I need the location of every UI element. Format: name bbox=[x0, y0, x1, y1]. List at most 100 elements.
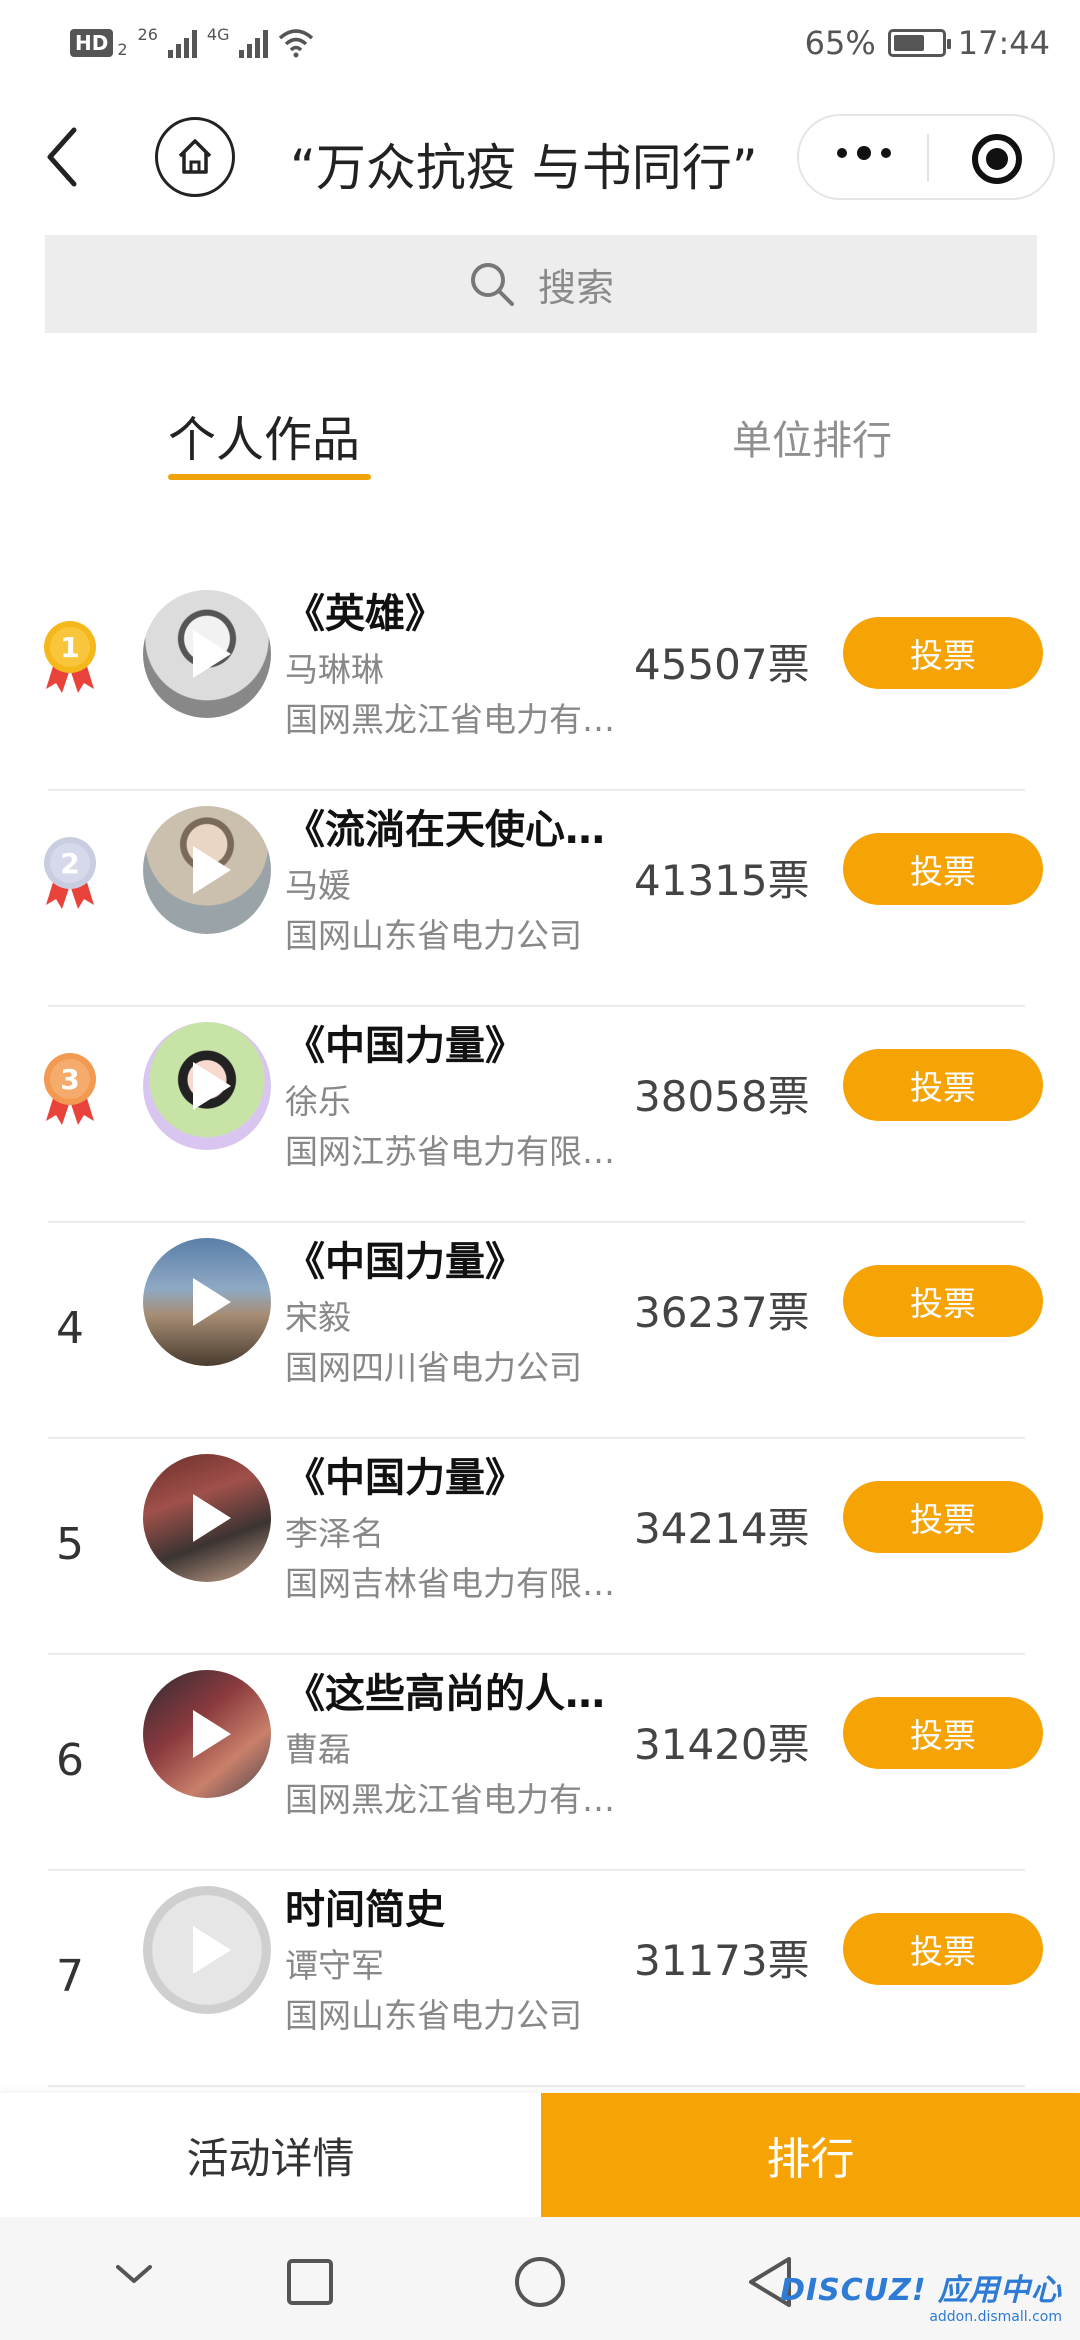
search-placeholder: 搜索 bbox=[537, 265, 614, 310]
list-item[interactable]: 5 《中国力量》 李泽名 国网吉林省电力有限… 34214票 投票 bbox=[0, 1439, 1080, 1655]
work-title: 时间简史 bbox=[285, 1887, 445, 1933]
play-icon bbox=[193, 1926, 231, 1974]
search-input[interactable]: 搜索 bbox=[45, 235, 1037, 333]
target-icon bbox=[986, 148, 1008, 170]
hd-sub-label: 2 bbox=[117, 40, 128, 59]
work-author: 马媛 bbox=[285, 866, 351, 905]
rank-number: 5 bbox=[56, 1519, 84, 1570]
work-organization: 国网江苏省电力有限… bbox=[285, 1132, 615, 1171]
video-thumbnail[interactable] bbox=[143, 806, 271, 934]
work-organization: 国网吉林省电力有限… bbox=[285, 1564, 615, 1603]
home-button[interactable] bbox=[155, 117, 235, 197]
home-icon bbox=[178, 139, 212, 174]
activity-details-button[interactable]: 活动详情 bbox=[0, 2093, 541, 2217]
work-author: 徐乐 bbox=[285, 1082, 351, 1121]
play-icon bbox=[193, 846, 231, 894]
vote-button[interactable]: 投票 bbox=[843, 1265, 1043, 1337]
play-icon bbox=[193, 1494, 231, 1542]
video-thumbnail[interactable] bbox=[143, 1022, 271, 1150]
work-author: 马琳琳 bbox=[285, 650, 384, 689]
capsule-divider bbox=[927, 134, 929, 182]
play-icon bbox=[193, 1062, 231, 1110]
status-right: 65% 17:44 bbox=[805, 24, 1050, 62]
network-label-1: 26 bbox=[137, 25, 158, 44]
back-arrow-icon bbox=[47, 127, 77, 187]
capsule-menu bbox=[797, 114, 1055, 200]
back-button[interactable] bbox=[40, 122, 90, 192]
watermark-main: DISCUZ! 应用中心 bbox=[780, 2273, 1062, 2308]
battery-percent: 65% bbox=[804, 24, 876, 62]
page-title: “万众抗疫 与书同行” bbox=[290, 139, 758, 197]
status-indicators: HD 2 26 4G bbox=[70, 25, 314, 59]
work-title: 《英雄》 bbox=[285, 591, 445, 637]
rank-number: 6 bbox=[56, 1735, 84, 1786]
vote-count: 31420票 bbox=[634, 1720, 810, 1769]
search-icon bbox=[470, 263, 514, 306]
work-title: 《中国力量》 bbox=[285, 1455, 525, 1501]
list-item[interactable]: 2 《流淌在天使心… 马媛 国网山东省电力公司 41315票 投票 bbox=[0, 791, 1080, 1007]
list-item[interactable]: 6 《这些高尚的人… 曹磊 国网黑龙江省电力有… 31420票 投票 bbox=[0, 1655, 1080, 1871]
video-thumbnail[interactable] bbox=[143, 1454, 271, 1582]
work-organization: 国网黑龙江省电力有… bbox=[285, 1780, 615, 1819]
work-title: 《这些高尚的人… bbox=[285, 1671, 605, 1717]
ranking-button[interactable]: 排行 bbox=[541, 2093, 1080, 2217]
wifi-icon bbox=[279, 28, 314, 57]
video-thumbnail[interactable] bbox=[143, 590, 271, 718]
work-author: 谭守军 bbox=[285, 1946, 384, 1985]
vote-button[interactable]: 投票 bbox=[843, 1049, 1043, 1121]
watermark-sub: addon.dismall.com bbox=[929, 2309, 1062, 2325]
list-item[interactable]: 7 时间简史 谭守军 国网山东省电力公司 31173票 投票 bbox=[0, 1871, 1080, 2087]
tab-personal-works[interactable]: 个人作品 bbox=[168, 400, 360, 470]
work-organization: 国网黑龙江省电力有… bbox=[285, 700, 615, 739]
medal-rank: 2 bbox=[60, 847, 79, 880]
video-thumbnail[interactable] bbox=[143, 1238, 271, 1366]
work-organization: 国网山东省电力公司 bbox=[285, 916, 582, 955]
network-label-2: 4G bbox=[206, 25, 230, 44]
signal-icon bbox=[167, 28, 197, 58]
work-organization: 国网山东省电力公司 bbox=[285, 1996, 582, 2035]
video-thumbnail[interactable] bbox=[143, 1670, 271, 1798]
list-item[interactable]: 4 《中国力量》 宋毅 国网四川省电力公司 36237票 投票 bbox=[0, 1223, 1080, 1439]
video-thumbnail[interactable] bbox=[143, 1886, 271, 2014]
gold-medal-icon: 1 bbox=[44, 621, 96, 693]
work-author: 李泽名 bbox=[285, 1514, 384, 1553]
chevron-down-icon[interactable] bbox=[112, 2261, 156, 2289]
signal-icon bbox=[239, 28, 269, 58]
work-title: 《中国力量》 bbox=[285, 1239, 525, 1285]
more-options-button[interactable] bbox=[837, 146, 891, 160]
list-item[interactable]: 1 《英雄》 马琳琳 国网黑龙江省电力有… 45507票 投票 bbox=[0, 575, 1080, 791]
rank-number: 4 bbox=[56, 1303, 84, 1354]
vote-count: 45507票 bbox=[634, 640, 810, 689]
work-author: 曹磊 bbox=[285, 1730, 351, 1769]
list-item[interactable]: 3 《中国力量》 徐乐 国网江苏省电力有限… 38058票 投票 bbox=[0, 1007, 1080, 1223]
hd-badge: HD bbox=[70, 28, 114, 57]
home-circle-icon[interactable] bbox=[513, 2255, 567, 2309]
bottom-action-bar: 活动详情 排行 bbox=[0, 2093, 1080, 2217]
vote-count: 38058票 bbox=[634, 1072, 810, 1121]
silver-medal-icon: 2 bbox=[44, 837, 96, 909]
medal-rank: 3 bbox=[60, 1063, 79, 1096]
clock: 17:44 bbox=[957, 24, 1050, 62]
vote-button[interactable]: 投票 bbox=[843, 1913, 1043, 1985]
vote-button[interactable]: 投票 bbox=[843, 833, 1043, 905]
recents-square-icon[interactable] bbox=[285, 2257, 335, 2307]
battery-icon bbox=[887, 29, 951, 57]
work-organization: 国网四川省电力公司 bbox=[285, 1348, 582, 1387]
work-author: 宋毅 bbox=[285, 1298, 351, 1337]
status-bar: HD 2 26 4G 65% 17:44 bbox=[0, 0, 1080, 92]
nav-bar: “万众抗疫 与书同行” bbox=[0, 92, 1080, 226]
ranking-list: 1 《英雄》 马琳琳 国网黑龙江省电力有… 45507票 投票 2 《流淌在天使… bbox=[0, 575, 1080, 2087]
vote-count: 31173票 bbox=[634, 1936, 810, 1985]
close-miniprogram-button[interactable] bbox=[972, 134, 1022, 184]
vote-count: 36237票 bbox=[634, 1288, 810, 1337]
tab-unit-ranking[interactable]: 单位排行 bbox=[732, 408, 892, 466]
bronze-medal-icon: 3 bbox=[44, 1053, 96, 1125]
vote-button[interactable]: 投票 bbox=[843, 1481, 1043, 1553]
work-title: 《流淌在天使心… bbox=[285, 807, 605, 853]
rank-number: 7 bbox=[56, 1951, 84, 2002]
vote-count: 41315票 bbox=[634, 856, 810, 905]
vote-button[interactable]: 投票 bbox=[843, 1697, 1043, 1769]
play-icon bbox=[193, 1710, 231, 1758]
vote-button[interactable]: 投票 bbox=[843, 617, 1043, 689]
watermark: DISCUZ! 应用中心 addon.dismall.com bbox=[780, 2265, 1062, 2325]
